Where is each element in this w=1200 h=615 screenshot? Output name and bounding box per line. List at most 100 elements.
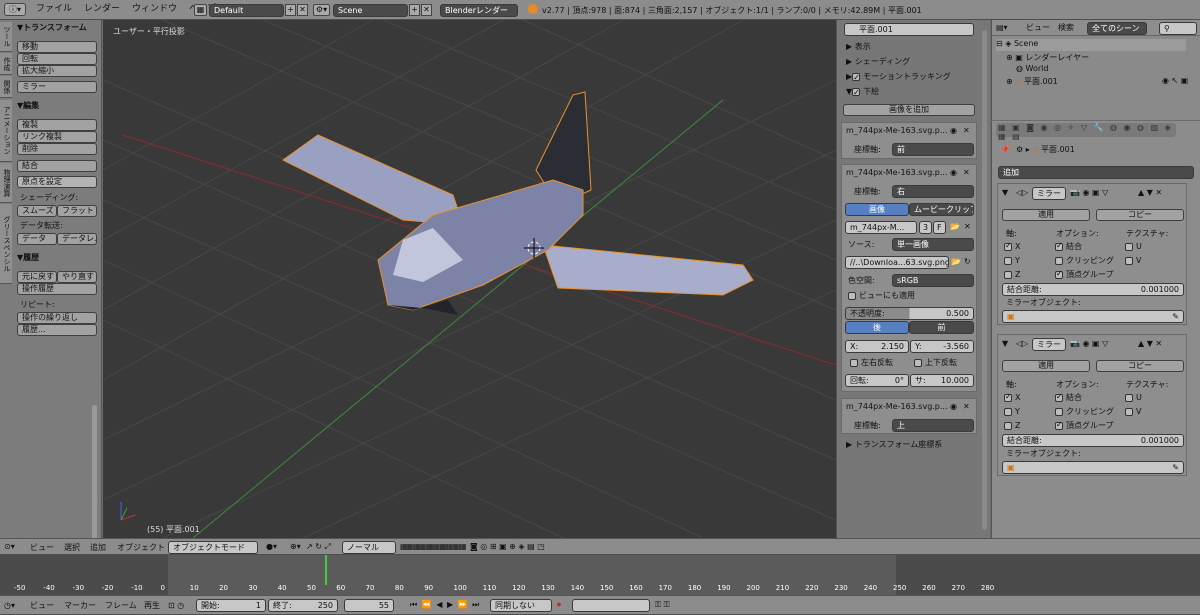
modifier-2-merge[interactable]: 結合 (1055, 392, 1082, 403)
layer-buttons[interactable]: ▦▦▦▦▦▦▦▦▦▦ (400, 542, 467, 552)
modifier-1-v-checkbox[interactable] (1125, 256, 1133, 265)
image-users-count[interactable]: 3 (919, 221, 932, 234)
tab-image-source[interactable]: 画像 (845, 203, 909, 216)
modifier-1-axis-x-checkbox[interactable] (1004, 241, 1012, 251)
mirror-button[interactable]: ミラー (17, 81, 97, 93)
delete-button[interactable]: 削除 (17, 143, 97, 155)
view3d-object-menu[interactable]: オブジェクト (117, 543, 165, 553)
modifier-2-axis-y-checkbox[interactable] (1004, 407, 1012, 416)
modifier-1-axis-x[interactable]: X (1004, 241, 1020, 252)
modifier-2-merge-checkbox[interactable] (1055, 392, 1063, 402)
modifier-1-move-icon[interactable]: ▲ ▼ ✕ (1138, 188, 1162, 198)
flip-x-checkbox[interactable] (850, 358, 858, 367)
modifier-2-axis-y[interactable]: Y (1004, 407, 1020, 417)
outliner-view-menu[interactable]: ビュー (1026, 23, 1050, 33)
tab-relations[interactable]: 関係 (0, 76, 12, 98)
tool-shelf-scrollbar[interactable] (92, 405, 97, 540)
flip-x-option[interactable]: 左右反転 (850, 358, 893, 368)
view-too-option[interactable]: ビューにも適用 (848, 291, 915, 301)
transform-panel-title[interactable]: ▼トランスフォーム (17, 23, 87, 33)
layout-add-button[interactable]: + (285, 4, 296, 16)
outliner-row-world[interactable]: ◍ World (1016, 64, 1048, 73)
modifier-1-axis-y[interactable]: Y (1004, 256, 1020, 266)
display-panel-header[interactable]: ▶ 表示 (843, 40, 976, 54)
outliner-editor-icon[interactable]: ▤▾ (996, 23, 1008, 33)
set-origin-select[interactable]: 原点を設定 (17, 176, 97, 188)
modifier-1-v[interactable]: V (1125, 256, 1141, 266)
pin-icon[interactable]: 📌 (1000, 145, 1010, 155)
transform-orientation-panel-header[interactable]: ▶ トランスフォーム座標系 (843, 438, 976, 452)
modifier-1-axis-z-checkbox[interactable] (1004, 270, 1012, 279)
keyframe-icons[interactable]: ⚿ ⚿ (655, 600, 670, 610)
outliner-row-scene[interactable]: ⊟ ◈ Scene (996, 39, 1186, 51)
bg1-remove-icon[interactable]: ✕ (963, 126, 970, 136)
scale-button[interactable]: 拡大縮小 (17, 65, 97, 77)
outliner-search-field[interactable]: ⚲ (1159, 22, 1197, 35)
tab-create[interactable]: 作成 (0, 53, 12, 75)
colorspace-select[interactable]: sRGB (892, 274, 974, 287)
modifier-2-move-icon[interactable]: ▲ ▼ ✕ (1138, 339, 1162, 349)
front-toggle[interactable]: 前 (909, 321, 974, 334)
modifier-2-apply-button[interactable]: 適用 (1002, 360, 1090, 372)
tab-tools[interactable]: ツール (0, 22, 12, 52)
modifier-1-copy-button[interactable]: コピー (1096, 209, 1184, 221)
timeline-marker-menu[interactable]: マーカー (64, 601, 96, 611)
outliner-filter-select[interactable]: 全てのシーン (1087, 22, 1147, 35)
motion-tracking-checkbox[interactable] (852, 71, 861, 85)
info-editor-icon[interactable]: ⓘ▾ (4, 3, 26, 16)
end-frame-field[interactable]: 終了: 250 (268, 599, 338, 612)
flip-y-checkbox[interactable] (914, 358, 922, 367)
image-open-icon[interactable]: 📂 (950, 222, 960, 232)
scene-field[interactable]: Scene (333, 4, 408, 17)
smooth-button[interactable]: スムーズ (17, 205, 57, 217)
modifier-2-vgroups[interactable]: 頂点グループ (1055, 420, 1114, 431)
data-transfer-button[interactable]: データ (17, 233, 57, 245)
motion-tracking-panel-header[interactable]: ▶モーショントラッキング (843, 70, 976, 85)
bg3-eye-icon[interactable]: ◉ (950, 402, 957, 412)
bg2-name[interactable]: m_744px-Me-163.svg.p... (846, 168, 948, 178)
background-images-checkbox[interactable] (852, 86, 861, 100)
current-frame-field[interactable]: 55 (344, 599, 394, 612)
source-select[interactable]: 単一画像 (892, 238, 974, 251)
manipulator-icons[interactable]: ↗ ↻ ⤢ (306, 542, 331, 552)
playback-controls[interactable]: ⏮ ⏪ ◀ ▶ ⏩ ⏭ (410, 600, 480, 610)
back-toggle[interactable]: 後 (845, 321, 909, 334)
bg3-axis-select[interactable]: 上 (892, 419, 974, 432)
timeline-editor-icon[interactable]: ◷▾ (4, 601, 15, 611)
current-frame-line[interactable] (325, 555, 327, 585)
modifier-1-apply-button[interactable]: 適用 (1002, 209, 1090, 221)
modifier-2-u[interactable]: U (1125, 393, 1142, 403)
duplicate-linked-button[interactable]: リンク複製 (17, 131, 97, 143)
outliner-row-render-layers[interactable]: ⊕ ▣ レンダーレイヤー (1006, 52, 1089, 63)
image-fake-user[interactable]: F (933, 221, 946, 234)
record-icon[interactable]: ⏺ (557, 600, 561, 610)
offset-x-field[interactable]: X: 2.150 (845, 340, 909, 353)
modifier-1-merge-checkbox[interactable] (1055, 241, 1063, 251)
background-images-panel-header[interactable]: ▼下絵 (843, 85, 976, 100)
add-image-button[interactable]: 画像を追加 (843, 104, 975, 116)
modifier-2-merge-limit-field[interactable]: 結合距離: 0.001000 (1002, 434, 1184, 447)
outliner-row-object[interactable]: ⊕ ▽ 平面.001 (1006, 76, 1058, 87)
modifier-2-axis-z[interactable]: Z (1004, 421, 1020, 431)
mode-select[interactable]: オブジェクトモード (168, 541, 258, 554)
bg3-remove-icon[interactable]: ✕ (963, 402, 970, 412)
scene-close-button[interactable]: ✕ (421, 4, 432, 16)
flat-button[interactable]: フラット (57, 205, 97, 217)
offset-y-field[interactable]: Y: -3.560 (910, 340, 974, 353)
modifier-1-clipping[interactable]: クリッピング (1055, 256, 1114, 266)
modifier-1-clipping-checkbox[interactable] (1055, 256, 1063, 265)
rotate-button[interactable]: 回転 (17, 53, 97, 65)
modifier-1-vgroups[interactable]: 頂点グループ (1055, 269, 1114, 280)
tab-physics[interactable]: 物理演算 (0, 163, 12, 203)
modifier-2-clipping[interactable]: クリッピング (1055, 407, 1114, 417)
tab-animation[interactable]: アニメーション (0, 100, 12, 162)
modifier-2-clipping-checkbox[interactable] (1055, 407, 1063, 416)
scene-add-button[interactable]: + (409, 4, 420, 16)
viewport-3d[interactable]: ユーザー・平行投影 (55) 平面.001 (103, 20, 836, 538)
modifier-2-axis-z-checkbox[interactable] (1004, 421, 1012, 430)
bg1-name[interactable]: m_744px-Me-163.svg.p... (846, 126, 948, 136)
modifier-1-mirror-object-field[interactable]: ▣ ✎ (1002, 310, 1184, 323)
view3d-select-menu[interactable]: 選択 (64, 543, 80, 553)
modifier-1-vgroups-checkbox[interactable] (1055, 269, 1063, 279)
image-datablock-field[interactable]: m_744px-M... (845, 221, 917, 234)
